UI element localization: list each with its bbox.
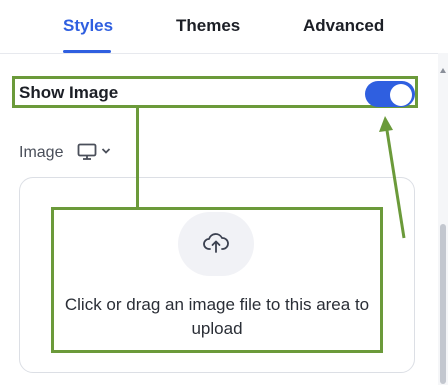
scrollbar-thumb[interactable]: [440, 224, 446, 384]
show-image-label: Show Image: [19, 83, 119, 102]
annotation-connector-line: [136, 106, 139, 208]
tab-advanced[interactable]: Advanced: [303, 16, 384, 36]
image-section-label: Image: [19, 144, 64, 161]
tab-themes[interactable]: Themes: [176, 16, 240, 36]
toggle-knob: [390, 84, 412, 106]
chevron-down-icon[interactable]: [101, 147, 111, 155]
tab-bar: Styles Themes Advanced: [0, 0, 438, 54]
tab-styles[interactable]: Styles: [63, 16, 113, 36]
monitor-icon[interactable]: [77, 143, 97, 161]
annotation-highlight-upload-area: [51, 207, 383, 353]
scroll-up-arrow-icon[interactable]: [440, 68, 446, 73]
annotation-arrow-icon: [379, 116, 406, 239]
active-tab-indicator: [63, 50, 111, 53]
